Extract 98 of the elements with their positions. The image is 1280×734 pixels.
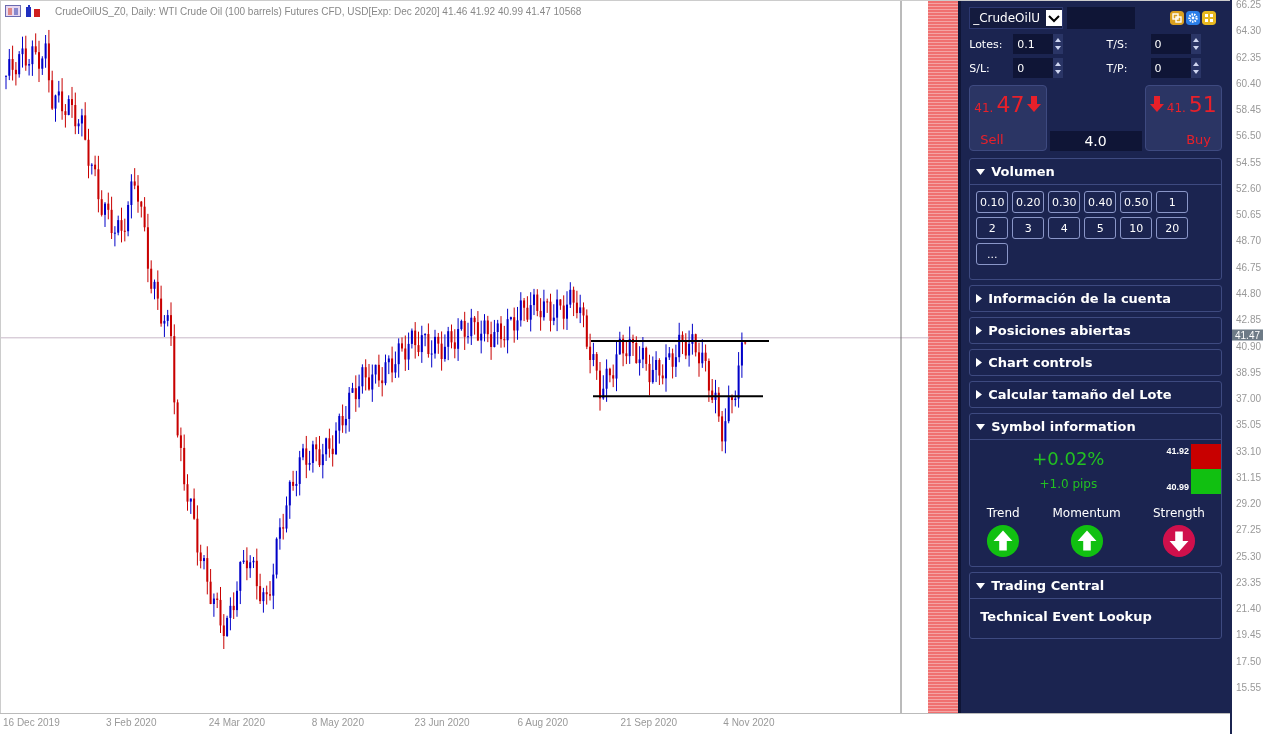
price-label: 58.45 <box>1236 103 1262 115</box>
price-label: 19.45 <box>1236 628 1262 640</box>
collapse-triangle-icon[interactable] <box>976 582 986 589</box>
price-label: 29.20 <box>1236 497 1262 509</box>
collapse-triangle-icon[interactable] <box>976 168 986 175</box>
collapse-triangle-icon[interactable] <box>976 423 986 430</box>
field-label: Lotes: <box>969 37 1004 51</box>
price-label: 60.40 <box>1236 77 1262 89</box>
date-label: 21 Sep 2020 <box>620 717 678 728</box>
low-price: 40.99 <box>1166 482 1189 492</box>
field-label: T/S: <box>1106 37 1129 51</box>
date-label: 23 Jun 2020 <box>414 717 470 728</box>
price-label: 33.10 <box>1236 445 1262 457</box>
price-label: 44.80 <box>1236 287 1262 299</box>
number-input[interactable]: 0 <box>1150 58 1191 78</box>
expand-triangle-icon[interactable] <box>976 358 983 367</box>
volume-button[interactable]: 5 <box>1084 217 1117 239</box>
volume-button[interactable]: 10 <box>1120 217 1153 239</box>
price-label: 15.55 <box>1236 681 1262 693</box>
high-price: 41.92 <box>1166 446 1189 456</box>
volume-button[interactable]: 3 <box>1012 217 1045 239</box>
price-label: 38.95 <box>1236 366 1262 378</box>
chart-icon[interactable] <box>25 5 41 17</box>
price-label: 37.00 <box>1236 392 1262 404</box>
spinner-icon[interactable] <box>1053 34 1064 54</box>
chevron-icon[interactable] <box>1046 10 1063 26</box>
volume-button[interactable]: 0.10 <box>976 191 1009 213</box>
section-title[interactable]: Volumen <box>991 164 1055 179</box>
volume-button[interactable]: 4 <box>1048 217 1081 239</box>
symbol-dropdown[interactable]: _CrudeOilU <box>969 7 1064 29</box>
expand-triangle-icon[interactable] <box>976 390 983 399</box>
price-label: 46.75 <box>1236 261 1262 273</box>
price-label: 56.50 <box>1236 129 1262 141</box>
indicator-label: Strength <box>1152 506 1205 520</box>
section-title[interactable]: Información de la cuenta <box>988 291 1171 306</box>
technical-event-link[interactable]: Technical Event Lookup <box>976 605 1215 632</box>
date-label: 4 Nov 2020 <box>723 717 775 728</box>
chart-title: CrudeOilUS_Z0, Daily: WTI Crude Oil (100 barrels) Futures CFD, USD[Exp: Dec 2020] 41.46 41.92 40.99 41.47 10568 <box>55 5 582 17</box>
section-title[interactable]: Calcular tamaño del Lote <box>988 387 1172 402</box>
price-label: 50.65 <box>1236 208 1262 220</box>
price-label: 42.85 <box>1236 313 1262 325</box>
field-label: S/L: <box>969 61 991 75</box>
price-label: 40.90 <box>1236 340 1262 351</box>
volume-button[interactable]: 2 <box>976 217 1009 239</box>
price-label: 48.70 <box>1236 234 1262 246</box>
spinner-icon[interactable] <box>1190 58 1201 78</box>
price-label: 27.25 <box>1236 523 1262 535</box>
down-arrow-icon <box>1149 96 1164 112</box>
expand-triangle-icon[interactable] <box>976 294 983 303</box>
field-label: T/P: <box>1106 61 1129 75</box>
expand-triangle-icon[interactable] <box>976 326 983 335</box>
date-label: 3 Feb 2020 <box>105 717 157 728</box>
indicator-label: Momentum <box>1052 506 1121 520</box>
volume-button[interactable]: 0.30 <box>1048 191 1081 213</box>
section-title[interactable]: Posiciones abiertas <box>988 323 1131 338</box>
window-icon[interactable] <box>5 5 21 17</box>
volume-button[interactable]: 1 <box>1156 191 1189 213</box>
spinner-icon[interactable] <box>1190 34 1201 54</box>
current-price-tag: 41.47 <box>1232 329 1264 341</box>
resistance-line[interactable] <box>590 340 770 343</box>
price-label: 17.50 <box>1236 655 1262 667</box>
change-percent: +0.02% <box>1032 448 1105 469</box>
price-label: 54.55 <box>1236 156 1262 168</box>
price-label: 64.30 <box>1236 24 1262 36</box>
number-input[interactable]: 0 <box>1150 34 1191 54</box>
support-line[interactable] <box>592 395 764 398</box>
date-label: 6 Aug 2020 <box>517 717 569 728</box>
volume-button[interactable]: 0.20 <box>1012 191 1045 213</box>
price-label: 52.60 <box>1236 182 1262 194</box>
volume-button[interactable]: 20 <box>1156 217 1189 239</box>
symbol-search-field[interactable] <box>1067 7 1136 29</box>
price-label: 62.35 <box>1236 51 1262 63</box>
price-label: 35.05 <box>1236 418 1262 430</box>
down-arrow-icon <box>1027 96 1042 112</box>
spread-value: 4.0 <box>1049 131 1142 151</box>
volume-button[interactable]: 0.40 <box>1084 191 1117 213</box>
date-label: 24 Mar 2020 <box>208 717 265 728</box>
price-label: 66.25 <box>1236 0 1262 10</box>
range-bar-drawing <box>1191 444 1221 494</box>
copy-icon[interactable] <box>1170 11 1184 25</box>
price-label: 25.30 <box>1236 550 1262 562</box>
section-title[interactable]: Symbol information <box>991 419 1136 434</box>
spinner-icon[interactable] <box>1053 58 1064 78</box>
price-label: 23.35 <box>1236 576 1262 588</box>
number-input[interactable]: 0.1 <box>1013 34 1054 54</box>
indicator-label: Trend <box>986 506 1020 520</box>
grid-icon[interactable] <box>1202 11 1216 25</box>
price-label: 21.40 <box>1236 602 1262 614</box>
change-pips: +1.0 pips <box>1039 477 1098 491</box>
price-label: 31.15 <box>1236 471 1262 483</box>
settings-icon[interactable] <box>1186 11 1200 25</box>
date-label: 8 May 2020 <box>311 717 364 728</box>
section-title[interactable]: Chart controls <box>988 355 1093 370</box>
volume-button[interactable]: ... <box>976 243 1009 265</box>
section-title[interactable]: Trading Central <box>991 578 1105 593</box>
date-label: 16 Dec 2019 <box>3 717 60 728</box>
volume-button[interactable]: 0.50 <box>1120 191 1153 213</box>
number-input[interactable]: 0 <box>1013 58 1054 78</box>
